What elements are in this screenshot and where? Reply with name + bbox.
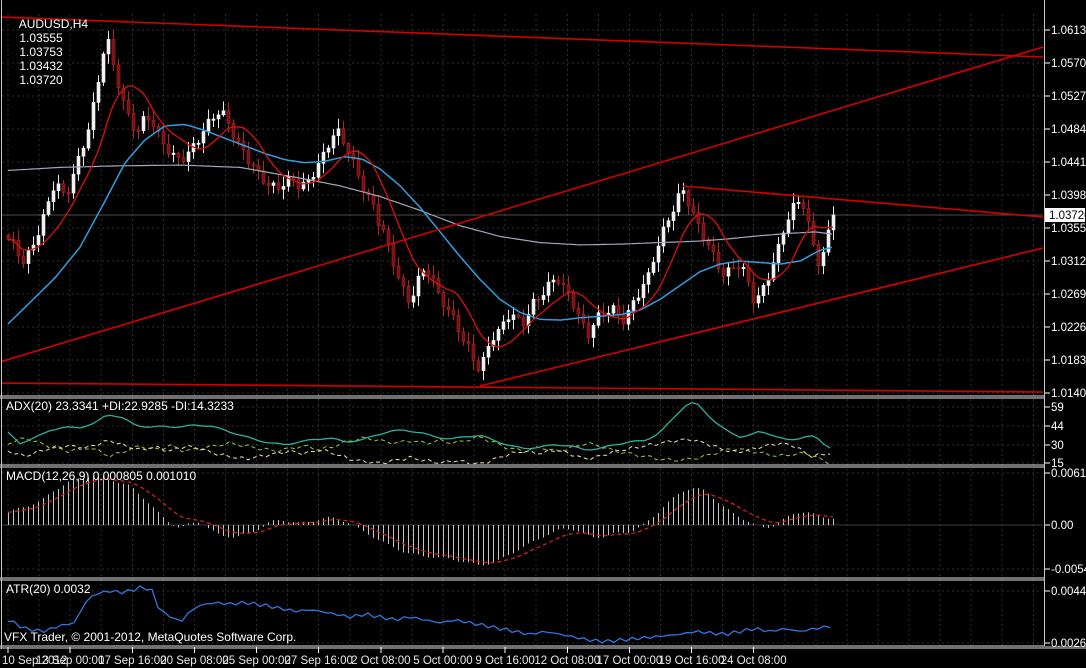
time-axis-label: 27 Sep 16:00	[284, 655, 352, 667]
time-axis-label: 12 Oct 08:00	[534, 655, 600, 667]
axis-label: 0.00	[1051, 520, 1073, 532]
chart-canvas[interactable]: 1.06130 1.05700 1.05270 1.04840 1.04410 1.039…	[0, 0, 1086, 668]
axis-label: 0.0026	[1051, 638, 1086, 650]
axis-label: 1.05270	[1051, 91, 1086, 103]
axis-label: 1.06130	[1051, 25, 1086, 37]
price-axis[interactable]: 1.06130 1.05700 1.05270 1.04840 1.04410 1.039…	[1045, 0, 1086, 650]
time-axis-label: 24 Oct 08:00	[721, 655, 787, 667]
time-axis-label: 13 Sep 00:00	[36, 655, 104, 667]
axis-label: 1.02690	[1051, 289, 1086, 301]
axis-label: 1.03120	[1051, 256, 1086, 268]
time-axis-label: 25 Sep 00:00	[222, 655, 290, 667]
axis-label: 1.03980	[1051, 190, 1086, 202]
time-axis-label: 2 Oct 08:00	[351, 655, 410, 667]
axis-label: 1.01830	[1051, 355, 1086, 367]
axis-label: 1.03550	[1051, 223, 1086, 235]
axis-label: 1.05700	[1051, 58, 1086, 70]
time-axis-label: 9 Oct 16:00	[475, 655, 534, 667]
time-axis-label: 5 Oct 00:00	[413, 655, 472, 667]
axis-label: 0.00615	[1051, 468, 1086, 480]
axis-label: 59	[1051, 402, 1064, 414]
axis-label: 0.0044	[1051, 586, 1086, 598]
time-axis-label: 20 Sep 08:00	[160, 655, 228, 667]
axis-label: 1.04410	[1051, 157, 1086, 169]
time-axis[interactable]: 10 Sep 201213 Sep 00:0017 Sep 16:0020 Se…	[0, 647, 1086, 668]
current-price-box: 1.03720	[1045, 208, 1086, 222]
time-axis-label: 17 Sep 16:00	[98, 655, 166, 667]
axis-label: 1.01400	[1051, 388, 1086, 400]
axis-label: 44	[1051, 421, 1064, 433]
trading-chart-window: 1.06130 1.05700 1.05270 1.04840 1.04410 1.039…	[0, 0, 1086, 668]
axis-label: -0.00544	[1051, 564, 1086, 576]
current-price-label: 1.03720	[1049, 210, 1086, 222]
time-axis-label: 17 Oct 00:00	[596, 655, 662, 667]
axis-label: 1.04840	[1051, 124, 1086, 136]
axis-label: 30	[1051, 440, 1064, 452]
axis-label: 1.02260	[1051, 322, 1086, 334]
time-axis-label: 19 Oct 16:00	[659, 655, 725, 667]
